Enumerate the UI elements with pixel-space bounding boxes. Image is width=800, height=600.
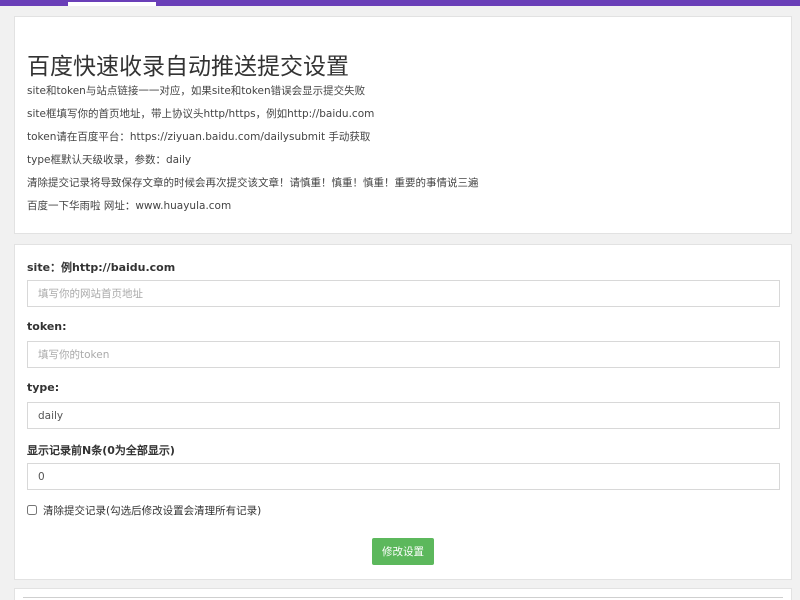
info-line-site: site框填写你的首页地址，带上协议头http/https，例如http://b… bbox=[27, 108, 375, 120]
info-panel: 百度快速收录自动推送提交设置 site和token与站点链接一一对应，如果sit… bbox=[14, 16, 792, 234]
clear-records-label: 清除提交记录(勾选后修改设置会清理所有记录) bbox=[43, 504, 262, 517]
info-line-token: token请在百度平台：https://ziyuan.baidu.com/dai… bbox=[27, 131, 371, 143]
info-line-website: 百度一下华雨啦 网址：www.huayula.com bbox=[27, 200, 232, 212]
info-line-warning: 清除提交记录将导致保存文章的时候会再次提交该文章！请慎重！慎重！慎重！重要的事情… bbox=[27, 177, 479, 189]
type-label: type: bbox=[27, 381, 60, 394]
top-bar-active-tab[interactable] bbox=[68, 2, 156, 6]
info-line-type: type框默认天级收录，参数：daily bbox=[27, 154, 192, 166]
page-title: 百度快速收录自动推送提交设置 bbox=[27, 54, 349, 80]
settings-form: site：例http://baidu.com token: type: 显示记录… bbox=[14, 244, 792, 580]
info-line-mapping: site和token与站点链接一一对应，如果site和token错误会显示提交失… bbox=[27, 85, 366, 97]
site-input[interactable] bbox=[27, 280, 780, 307]
clear-records-checkbox[interactable] bbox=[27, 505, 37, 515]
token-input[interactable] bbox=[27, 341, 780, 368]
token-label: token: bbox=[27, 320, 67, 333]
count-label: 显示记录前N条(0为全部显示) bbox=[27, 444, 175, 457]
clear-records-row: 清除提交记录(勾选后修改设置会清理所有记录) bbox=[27, 503, 261, 517]
site-label: site：例http://baidu.com bbox=[27, 261, 176, 274]
save-settings-button[interactable]: 修改设置 bbox=[372, 538, 434, 565]
type-input[interactable] bbox=[27, 402, 780, 429]
top-bar bbox=[0, 0, 800, 6]
bottom-panel bbox=[14, 588, 792, 600]
count-input[interactable] bbox=[27, 463, 780, 490]
